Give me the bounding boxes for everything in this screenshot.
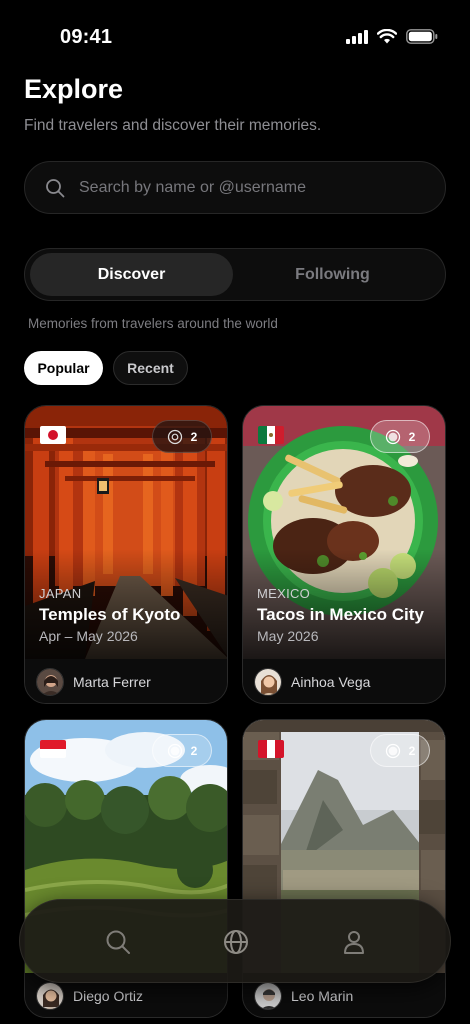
memory-count: 2 xyxy=(408,743,416,758)
memory-card[interactable]: 2 MEXICO Tacos in Mexico City May 2026 A… xyxy=(242,405,446,704)
author-name: Marta Ferrer xyxy=(73,674,151,690)
photo-stack-icon xyxy=(167,743,182,758)
memory-count: 2 xyxy=(408,429,416,444)
memory-count-badge: 2 xyxy=(370,420,430,453)
status-time: 09:41 xyxy=(60,26,113,48)
search-input[interactable] xyxy=(79,178,399,197)
search-bar[interactable] xyxy=(24,161,446,214)
memory-count-badge: 2 xyxy=(152,420,212,453)
status-icons xyxy=(346,29,438,44)
photo-stack-icon xyxy=(385,429,400,444)
card-title: Tacos in Mexico City xyxy=(257,605,424,624)
cellular-signal-icon xyxy=(346,29,368,44)
card-dates: May 2026 xyxy=(257,628,319,644)
avatar xyxy=(36,668,64,696)
section-caption: Memories from travelers around the world xyxy=(28,316,278,331)
feed-segmented-control: Discover Following xyxy=(24,248,446,301)
card-country: MEXICO xyxy=(257,586,311,601)
status-bar: 09:41 xyxy=(0,0,470,70)
wifi-icon xyxy=(377,29,397,44)
avatar xyxy=(254,982,282,1010)
mexico-flag-icon xyxy=(258,426,284,444)
tab-bar-explore[interactable] xyxy=(222,928,250,956)
bottom-tab-bar xyxy=(19,899,451,983)
profile-icon xyxy=(344,931,364,954)
search-icon xyxy=(106,930,130,954)
memory-count-badge: 2 xyxy=(370,734,430,767)
card-title: Temples of Kyoto xyxy=(39,605,181,624)
memory-card[interactable]: 2 JAPAN Temples of Kyoto Apr – May 2026 … xyxy=(24,405,228,704)
japan-flag-icon xyxy=(40,426,66,444)
globe-icon xyxy=(224,930,248,954)
card-dates: Apr – May 2026 xyxy=(39,628,138,644)
tab-discover[interactable]: Discover xyxy=(30,253,233,296)
card-author-row[interactable]: Marta Ferrer xyxy=(25,659,227,703)
page-title: Explore xyxy=(24,74,124,104)
battery-icon xyxy=(406,29,438,44)
photo-stack-icon xyxy=(167,429,182,444)
memory-count: 2 xyxy=(190,743,198,758)
page-subtitle: Find travelers and discover their memori… xyxy=(24,117,322,134)
author-name: Ainhoa Vega xyxy=(291,674,371,690)
avatar xyxy=(36,982,64,1010)
filter-chip-recent[interactable]: Recent xyxy=(113,351,188,385)
author-name: Leo Marin xyxy=(291,988,354,1004)
tab-following[interactable]: Following xyxy=(231,253,434,296)
peru-flag-icon xyxy=(258,740,284,758)
author-name: Diego Ortiz xyxy=(73,988,144,1004)
tab-bar-profile[interactable] xyxy=(340,928,368,956)
memory-count: 2 xyxy=(190,429,198,444)
indonesia-flag-icon xyxy=(40,740,66,758)
search-icon xyxy=(46,178,65,197)
tab-bar-search[interactable] xyxy=(104,928,132,956)
avatar xyxy=(254,668,282,696)
photo-stack-icon xyxy=(385,743,400,758)
filter-chip-popular[interactable]: Popular xyxy=(24,351,103,385)
card-country: JAPAN xyxy=(39,586,82,601)
memory-count-badge: 2 xyxy=(152,734,212,767)
card-author-row[interactable]: Ainhoa Vega xyxy=(243,659,445,703)
